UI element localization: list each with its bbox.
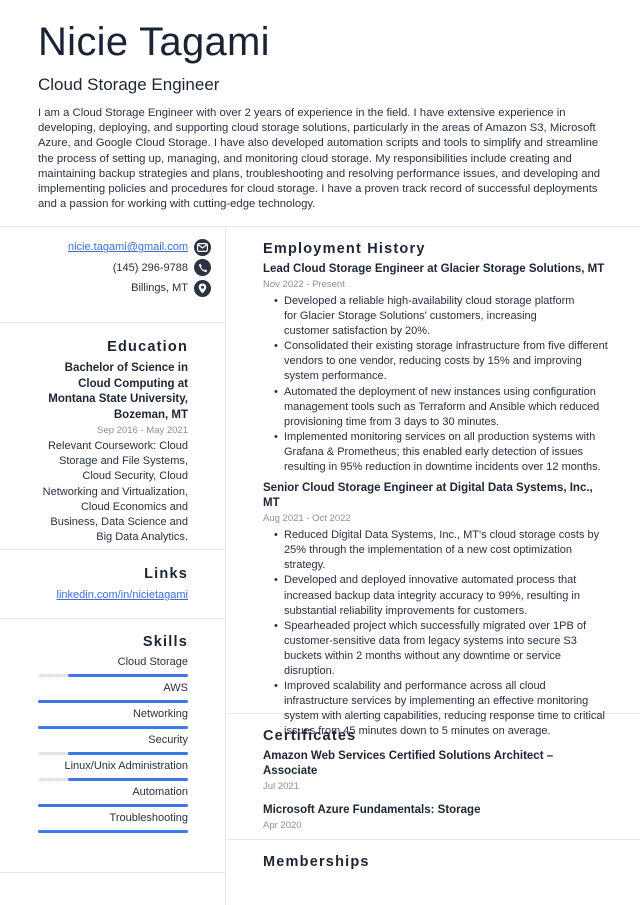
certificates-heading: Certificates [263, 728, 357, 744]
employment-heading: Employment History [263, 241, 426, 257]
job-bullet: Consolidated their existing storage infr… [263, 339, 608, 384]
linkedin-link[interactable]: linkedin.com/in/nicietagami [57, 588, 188, 603]
skill-level-fill [38, 830, 188, 833]
map-pin-icon [194, 279, 211, 297]
job-heading: Lead Cloud Storage Engineer at Glacier S… [263, 263, 605, 275]
certificates-divider [226, 839, 640, 840]
job-dates: Aug 2021 - Oct 2022 [263, 513, 351, 525]
skill-level-fill [68, 752, 188, 755]
skills-divider [0, 872, 225, 873]
employment-section: Employment History Lead Cloud Storage En… [263, 239, 608, 739]
skill-level-fill [38, 700, 188, 703]
phone-icon [194, 259, 211, 277]
skill-item: Troubleshooting [0, 810, 188, 833]
job-bullet: Spearheaded project which successfully m… [263, 619, 608, 679]
column-divider [225, 226, 226, 905]
contact-location: Billings, MT [0, 278, 211, 299]
job-bullets: Reduced Digital Data Systems, Inc., MT's… [263, 528, 608, 739]
email-link[interactable]: nicie.tagami@gmail.com [68, 241, 188, 253]
education-degree: Bachelor of Science in Cloud Computing a… [48, 362, 188, 421]
job-bullet: Implemented monitoring services on all p… [263, 430, 608, 475]
education-divider [0, 549, 225, 550]
education-description: Relevant Coursework: Cloud Storage and F… [42, 440, 188, 544]
certificate-entry: Amazon Web Services Certified Solutions … [263, 749, 608, 794]
skill-level-fill [68, 778, 188, 781]
skill-item: Security [0, 732, 188, 755]
contact-divider [0, 322, 225, 323]
contact-section: nicie.tagami@gmail.com (145) 296-9788 Bi… [0, 227, 225, 299]
job-bullet: Reduced Digital Data Systems, Inc., MT's… [263, 528, 608, 573]
memberships-heading: Memberships [263, 854, 370, 870]
job-dates: Nov 2022 - Present [263, 279, 345, 290]
links-divider [0, 618, 225, 619]
certificate-name: Microsoft Azure Fundamentals: Storage [263, 804, 481, 816]
job-entry: Senior Cloud Storage Engineer at Digital… [263, 481, 608, 739]
certificate-entry: Microsoft Azure Fundamentals: Storage Ap… [263, 803, 608, 833]
sidebar: nicie.tagami@gmail.com (145) 296-9788 Bi… [0, 227, 225, 833]
location-text: Billings, MT [131, 282, 188, 295]
skill-level-fill [68, 674, 188, 677]
skills-list: Cloud Storage AWS Networking Security Linux/… [0, 654, 188, 833]
links-heading: Links [144, 566, 188, 582]
skill-level-bar [38, 752, 188, 755]
education-dates: Sep 2016 - May 2021 [97, 425, 188, 436]
phone-number: (145) 296-9788 [112, 261, 188, 274]
skill-level-bar [38, 830, 188, 833]
skill-level-bar [38, 726, 188, 729]
candidate-title: Cloud Storage Engineer [38, 75, 220, 94]
skill-level-bar [38, 700, 188, 703]
skill-item: Cloud Storage [0, 654, 188, 677]
job-entry: Lead Cloud Storage Engineer at Glacier S… [263, 262, 608, 475]
job-bullets: Developed a reliable high-availability c… [263, 294, 608, 475]
memberships-section: Memberships [263, 852, 608, 872]
skill-level-bar [38, 674, 188, 677]
education-section: Education Bachelor of Science in Cloud C… [0, 337, 225, 545]
resume-header: Nicie Tagami Cloud Storage Engineer I am… [38, 16, 608, 212]
skill-name: Security [148, 734, 188, 746]
skill-name: Networking [132, 708, 188, 720]
education-heading: Education [107, 339, 188, 355]
skill-name: Automation [132, 786, 188, 798]
job-bullet: Developed a reliable high-availability c… [263, 294, 608, 339]
skill-name: Linux/Unix Administration [64, 760, 188, 772]
skill-name: AWS [163, 682, 188, 694]
job-heading: Senior Cloud Storage Engineer at Digital… [263, 482, 593, 510]
envelope-icon [194, 238, 211, 256]
certificate-date: Jul 2021 [263, 781, 299, 792]
skill-item: Linux/Unix Administration [0, 758, 188, 781]
skills-section: Skills Cloud Storage AWS Networking Securit… [0, 632, 225, 833]
skill-item: AWS [0, 680, 188, 703]
skill-level-bar [38, 778, 188, 781]
skill-level-fill [38, 804, 188, 807]
skill-name: Troubleshooting [109, 812, 188, 824]
certificates-section: Certificates Amazon Web Services Certifi… [263, 726, 608, 833]
skill-level-fill [38, 726, 188, 729]
skill-level-bar [38, 804, 188, 807]
contact-email: nicie.tagami@gmail.com [0, 237, 211, 258]
job-bullet: Developed and deployed innovative automa… [263, 573, 608, 618]
skills-heading: Skills [142, 634, 188, 650]
contact-phone: (145) 296-9788 [0, 258, 211, 279]
certificate-date: Apr 2020 [263, 820, 302, 831]
skill-item: Automation [0, 784, 188, 807]
certificate-name: Amazon Web Services Certified Solutions … [263, 750, 554, 777]
profile-summary: I am a Cloud Storage Engineer with over … [38, 107, 601, 211]
job-bullet: Automated the deployment of new instance… [263, 385, 608, 430]
candidate-name: Nicie Tagami [38, 20, 270, 64]
skill-item: Networking [0, 706, 188, 729]
links-section: Links linkedin.com/in/nicietagami [0, 564, 225, 603]
skill-name: Cloud Storage [117, 656, 188, 668]
